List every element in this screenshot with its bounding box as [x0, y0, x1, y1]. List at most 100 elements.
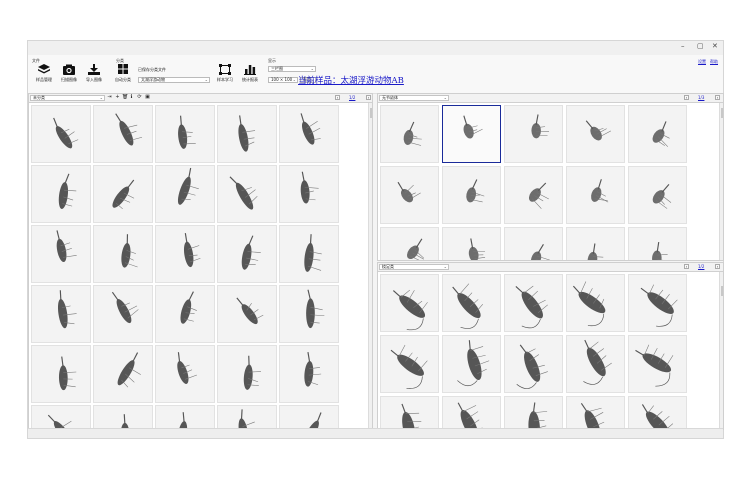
- specimen-thumbnail[interactable]: [217, 345, 277, 403]
- specimen-thumbnail[interactable]: [628, 274, 687, 332]
- specimen-thumbnail[interactable]: [566, 227, 625, 260]
- manual-learn-button[interactable]: 样本学习: [214, 64, 236, 83]
- specimen-thumbnail[interactable]: [31, 225, 91, 283]
- specimen-thumbnail[interactable]: [279, 225, 339, 283]
- specimen-thumbnail[interactable]: [93, 345, 153, 403]
- specimen-thumbnail[interactable]: [93, 405, 153, 429]
- current-sample-link[interactable]: 当前样品：太湖浮游动物AB: [298, 74, 404, 86]
- scroll-thumb[interactable]: [721, 108, 723, 118]
- auto-classify-button[interactable]: 自动分类: [112, 64, 134, 83]
- category-select[interactable]: 未分类 ⌄: [30, 95, 105, 101]
- specimen-thumbnail[interactable]: [628, 105, 687, 163]
- specimen-thumbnail[interactable]: [93, 285, 153, 343]
- move-to-icon[interactable]: ⇥: [107, 95, 112, 100]
- specimen-thumbnail[interactable]: [442, 227, 501, 260]
- prev-page-button[interactable]: ‹: [335, 95, 340, 100]
- specimen-thumbnail[interactable]: [93, 105, 153, 163]
- specimen-thumbnail[interactable]: [566, 274, 625, 332]
- specimen-thumbnail[interactable]: [31, 165, 91, 223]
- page-indicator[interactable]: 1/2: [349, 95, 355, 100]
- specimen-thumbnail[interactable]: [217, 165, 277, 223]
- category-select[interactable]: 桡足类 ⌄: [379, 264, 449, 270]
- next-page-button[interactable]: ›: [366, 95, 371, 100]
- specimen-thumbnail[interactable]: [380, 274, 439, 332]
- specimen-thumbnail[interactable]: [155, 285, 215, 343]
- prev-page-button[interactable]: ‹: [684, 264, 689, 269]
- category-select[interactable]: 无节幼体 ⌄: [379, 95, 449, 101]
- specimen-thumbnail[interactable]: [442, 105, 501, 163]
- specimen-thumbnail[interactable]: [279, 405, 339, 429]
- next-page-button[interactable]: ›: [715, 264, 720, 269]
- specimen-thumbnail[interactable]: [279, 165, 339, 223]
- specimen-thumbnail[interactable]: [217, 405, 277, 429]
- specimen-thumbnail[interactable]: [155, 345, 215, 403]
- specimen-thumbnail[interactable]: [566, 335, 625, 393]
- close-button[interactable]: ✕: [712, 42, 718, 50]
- specimen-thumbnail[interactable]: [504, 166, 563, 224]
- specimen-thumbnail[interactable]: [442, 396, 501, 429]
- specimen-thumbnail[interactable]: [217, 285, 277, 343]
- specimen-thumbnail[interactable]: [380, 105, 439, 163]
- specimen-thumbnail[interactable]: [380, 335, 439, 393]
- page-indicator[interactable]: 1/2: [698, 264, 704, 269]
- specimen-thumbnail[interactable]: [31, 345, 91, 403]
- specimen-thumbnail[interactable]: [93, 165, 153, 223]
- page-indicator[interactable]: 1/3: [698, 95, 704, 100]
- specimen-thumbnail[interactable]: [628, 166, 687, 224]
- specimen-thumbnail[interactable]: [155, 405, 215, 429]
- specimen-thumbnail[interactable]: [279, 105, 339, 163]
- specimen-thumbnail[interactable]: [31, 105, 91, 163]
- specimen-thumbnail[interactable]: [442, 274, 501, 332]
- info-icon[interactable]: ℹ: [129, 95, 134, 100]
- vertical-scrollbar[interactable]: [719, 103, 723, 260]
- next-page-button[interactable]: ›: [715, 95, 720, 100]
- specimen-thumbnail[interactable]: [93, 225, 153, 283]
- specimen-thumbnail[interactable]: [628, 227, 687, 260]
- prev-page-button[interactable]: ‹: [684, 95, 689, 100]
- specimen-thumbnail[interactable]: [442, 166, 501, 224]
- specimen-thumbnail[interactable]: [380, 166, 439, 224]
- thumb-size-select[interactable]: 100 × 100 ⌄: [268, 77, 298, 83]
- specimen-thumbnail[interactable]: [504, 396, 563, 429]
- settings-link[interactable]: 设置: [698, 59, 706, 65]
- specimen-thumbnail[interactable]: [155, 165, 215, 223]
- specimen-thumbnail[interactable]: [155, 225, 215, 283]
- specimen-thumbnail[interactable]: [628, 335, 687, 393]
- sample-manage-button[interactable]: 样品管理: [33, 64, 55, 83]
- delete-icon[interactable]: 🗑: [122, 95, 128, 100]
- specimen-thumbnail[interactable]: [442, 335, 501, 393]
- stats-report-button[interactable]: 统计报表: [239, 64, 261, 83]
- specimen-thumbnail[interactable]: [504, 105, 563, 163]
- specimen-thumbnail[interactable]: [279, 345, 339, 403]
- maximize-button[interactable]: ▢: [697, 42, 704, 50]
- image-icon[interactable]: ▣: [145, 95, 150, 100]
- chevron-down-icon: ⌄: [204, 77, 208, 82]
- add-icon[interactable]: +: [115, 95, 120, 100]
- specimen-thumbnail[interactable]: [31, 405, 91, 429]
- view-mode-select[interactable]: 三栏图 ⌄: [268, 66, 316, 72]
- help-link[interactable]: 帮助: [710, 59, 718, 65]
- specimen-thumbnail[interactable]: [279, 285, 339, 343]
- specimen-thumbnail[interactable]: [217, 225, 277, 283]
- classifier-select[interactable]: 太湖浮游动物 ⌄: [138, 77, 210, 83]
- specimen-thumbnail[interactable]: [628, 396, 687, 429]
- specimen-thumbnail[interactable]: [504, 335, 563, 393]
- refresh-icon[interactable]: ⟳: [137, 95, 142, 100]
- specimen-thumbnail[interactable]: [566, 166, 625, 224]
- import-image-button[interactable]: 导入图像: [83, 64, 105, 83]
- specimen-thumbnail[interactable]: [380, 227, 439, 260]
- scroll-thumb[interactable]: [721, 286, 723, 296]
- vertical-scrollbar[interactable]: [368, 103, 372, 429]
- specimen-thumbnail[interactable]: [566, 396, 625, 429]
- specimen-thumbnail[interactable]: [217, 105, 277, 163]
- specimen-thumbnail[interactable]: [31, 285, 91, 343]
- scroll-thumb[interactable]: [370, 108, 372, 118]
- minimize-button[interactable]: –: [681, 42, 685, 50]
- vertical-scrollbar[interactable]: [719, 272, 723, 429]
- specimen-thumbnail[interactable]: [566, 105, 625, 163]
- specimen-thumbnail[interactable]: [155, 105, 215, 163]
- specimen-thumbnail[interactable]: [380, 396, 439, 429]
- scan-image-button[interactable]: 扫描图像: [58, 64, 80, 83]
- specimen-thumbnail[interactable]: [504, 227, 563, 260]
- specimen-thumbnail[interactable]: [504, 274, 563, 332]
